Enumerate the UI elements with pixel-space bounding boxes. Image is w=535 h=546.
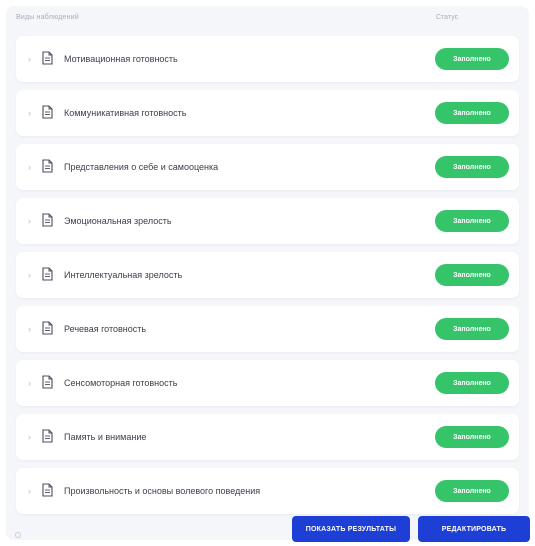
document-icon: [42, 51, 53, 65]
chevron-right-icon[interactable]: ›: [28, 322, 38, 336]
observation-title: Речевая готовность: [64, 324, 147, 334]
document-icon: [42, 267, 53, 281]
document-icon: [42, 375, 53, 389]
document-icon: [42, 105, 53, 119]
observation-title: Интеллектуальная зрелость: [64, 270, 183, 280]
list-item[interactable]: › Коммуникативная готовность Заполнено: [16, 90, 519, 136]
observation-title: Произвольность и основы волевого поведен…: [64, 486, 261, 496]
column-header-name: Виды наблюдений: [16, 14, 79, 21]
document-icon: [42, 429, 53, 443]
chevron-right-icon[interactable]: ›: [28, 484, 38, 498]
observation-title: Мотивационная готовность: [64, 54, 178, 64]
document-icon: [42, 213, 53, 227]
chevron-right-icon[interactable]: ›: [28, 376, 38, 390]
list-item[interactable]: › Представления о себе и самооценка Запо…: [16, 144, 519, 190]
observations-panel: Виды наблюдений Статус › Мотивационная г…: [6, 6, 530, 542]
list-item[interactable]: › Память и внимание Заполнено: [16, 414, 519, 460]
observation-title: Коммуникативная готовность: [64, 108, 187, 118]
column-header-status: Статус: [436, 14, 459, 21]
list-item[interactable]: › Интеллектуальная зрелость Заполнено: [16, 252, 519, 298]
document-icon: [42, 321, 53, 335]
document-icon: [42, 483, 53, 497]
status-badge[interactable]: Заполнено: [435, 264, 509, 286]
edit-button[interactable]: РЕДАКТИРОВАТЬ: [418, 516, 530, 542]
list-item[interactable]: › Произвольность и основы волевого повед…: [16, 468, 519, 514]
scroll-indicator: [15, 532, 21, 538]
status-badge[interactable]: Заполнено: [435, 372, 509, 394]
observation-title: Эмоциональная зрелость: [64, 216, 172, 226]
status-badge[interactable]: Заполнено: [435, 210, 509, 232]
chevron-right-icon[interactable]: ›: [28, 52, 38, 66]
chevron-right-icon[interactable]: ›: [28, 106, 38, 120]
observations-list: › Мотивационная готовность Заполнено › К…: [16, 36, 519, 522]
table-header: Виды наблюдений Статус: [6, 6, 529, 34]
observation-title: Сенсомоторная готовность: [64, 378, 178, 388]
observation-title: Представления о себе и самооценка: [64, 162, 219, 172]
status-badge[interactable]: Заполнено: [435, 48, 509, 70]
status-badge[interactable]: Заполнено: [435, 480, 509, 502]
list-item[interactable]: › Речевая готовность Заполнено: [16, 306, 519, 352]
status-badge[interactable]: Заполнено: [435, 426, 509, 448]
chevron-right-icon[interactable]: ›: [28, 268, 38, 282]
chevron-right-icon[interactable]: ›: [28, 160, 38, 174]
status-badge[interactable]: Заполнено: [435, 102, 509, 124]
status-badge[interactable]: Заполнено: [435, 318, 509, 340]
status-badge[interactable]: Заполнено: [435, 156, 509, 178]
list-item[interactable]: › Мотивационная готовность Заполнено: [16, 36, 519, 82]
list-item[interactable]: › Сенсомоторная готовность Заполнено: [16, 360, 519, 406]
chevron-right-icon[interactable]: ›: [28, 214, 38, 228]
list-item[interactable]: › Эмоциональная зрелость Заполнено: [16, 198, 519, 244]
chevron-right-icon[interactable]: ›: [28, 430, 38, 444]
document-icon: [42, 159, 53, 173]
show-results-button[interactable]: ПОКАЗАТЬ РЕЗУЛЬТАТЫ: [292, 516, 410, 542]
observation-title: Память и внимание: [64, 432, 147, 442]
